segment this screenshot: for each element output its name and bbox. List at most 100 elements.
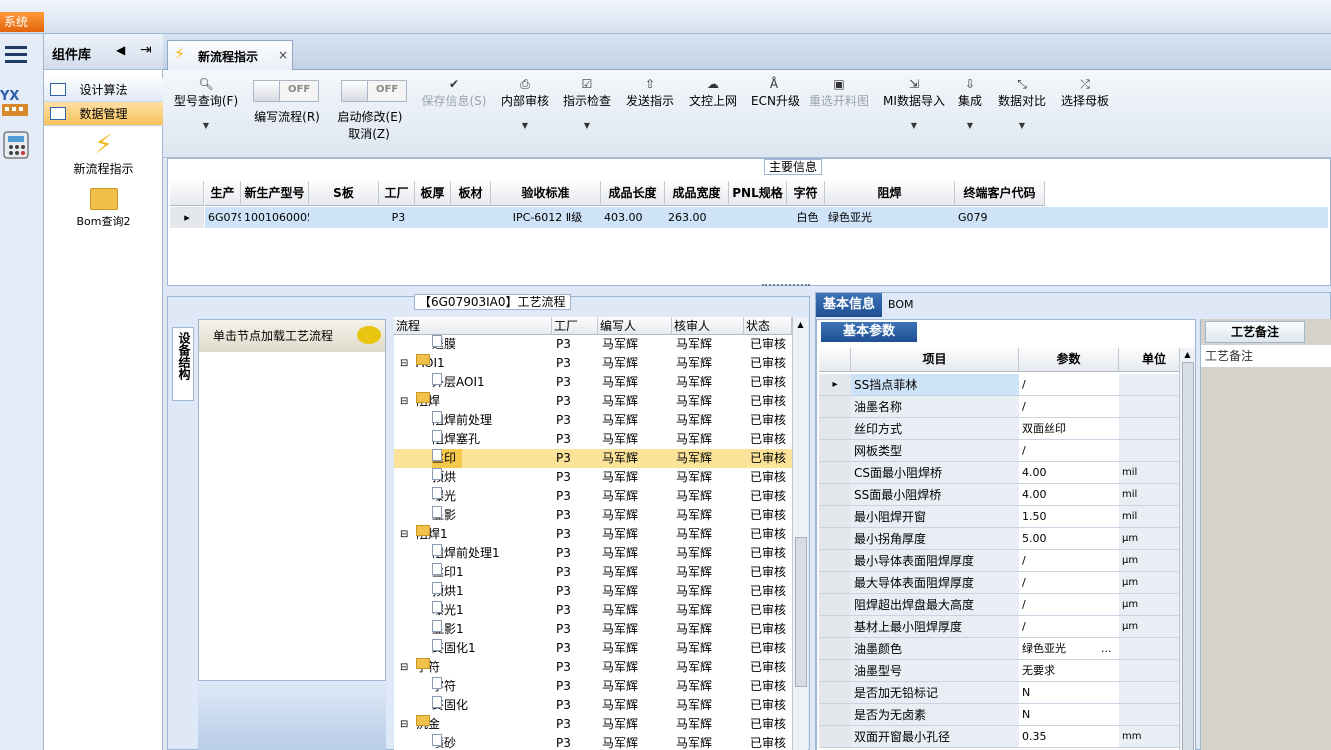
start-modify-button[interactable]: 启动修改(E) bbox=[333, 108, 407, 125]
main-info-cell[interactable]: G079 bbox=[955, 207, 1045, 228]
menu-design-algorithm[interactable]: 设计算法 bbox=[44, 78, 163, 102]
main-info-cell[interactable] bbox=[415, 207, 451, 228]
param-row[interactable]: 最大导体表面阻焊厚度 / μm bbox=[819, 572, 1179, 594]
col-header[interactable]: 板厚 bbox=[415, 181, 451, 206]
tree-row[interactable]: ⊟字符P3马军辉马军辉已审核 bbox=[394, 658, 792, 677]
tree-row[interactable]: 阻焊前处理 P3 马军辉 马军辉 已审核 bbox=[394, 411, 792, 430]
internal-review-button[interactable]: ⎙ 内部审核 ▼ bbox=[497, 76, 553, 130]
node-panel[interactable]: 单击节点加载工艺流程 bbox=[198, 319, 386, 681]
subtab-basic-params[interactable]: 基本参数 bbox=[821, 322, 917, 342]
save-button[interactable]: ✔ 保存信息(S) bbox=[417, 76, 491, 109]
col-header[interactable]: S板 bbox=[309, 181, 379, 206]
col-header[interactable]: 终端客户代码 bbox=[955, 181, 1045, 206]
param-row[interactable]: 基材上最小阻焊厚度 / μm bbox=[819, 616, 1179, 638]
param-row[interactable]: 是否为无卤素 N bbox=[819, 704, 1179, 726]
tab-new-flow[interactable]: ⚡ 新流程指示 × bbox=[167, 40, 293, 71]
write-flow-toggle[interactable]: OFF bbox=[253, 80, 319, 102]
param-row[interactable]: 最小阻焊开窗 1.50 mil bbox=[819, 506, 1179, 528]
param-row[interactable]: ▸ SS挡点菲林 / bbox=[819, 374, 1179, 396]
tree-row[interactable]: ⊟ 阻焊1 P3 马军辉 马军辉 已审核 bbox=[394, 525, 792, 544]
write-flow-button[interactable]: 编写流程(R) bbox=[247, 108, 327, 125]
close-icon[interactable]: × bbox=[278, 48, 288, 62]
side-tab-structure[interactable]: 设备结构 bbox=[172, 327, 194, 401]
param-row[interactable]: 双面开窗最小孔径 0.35 mm bbox=[819, 726, 1179, 748]
tree-row[interactable]: 丝印 P3 马军辉 马军辉 已审核 bbox=[394, 449, 792, 468]
tree-row[interactable]: 终固化 P3 马军辉 马军辉 已审核 bbox=[394, 696, 792, 715]
param-row[interactable]: 最小导体表面阻焊厚度 / μm bbox=[819, 550, 1179, 572]
tree-row[interactable]: 预烘 P3 马军辉 马军辉 已审核 bbox=[394, 468, 792, 487]
col-header[interactable]: 生产型号 bbox=[205, 181, 241, 225]
collapse-icon[interactable]: ⊟ bbox=[400, 525, 408, 544]
tree-row[interactable]: ⊟ AOI1 P3 马军辉 马军辉 已审核 bbox=[394, 354, 792, 373]
pin-icon[interactable]: ⇥ bbox=[140, 42, 152, 58]
main-info-cell[interactable]: 白色 bbox=[787, 207, 825, 228]
splitter-handle[interactable] bbox=[762, 284, 810, 288]
item-new-flow[interactable]: ⚡ 新流程指示 bbox=[44, 130, 163, 178]
main-info-cell[interactable] bbox=[309, 207, 379, 228]
start-modify-toggle[interactable]: OFF bbox=[341, 80, 407, 102]
tree-row[interactable]: 预烘1 P3 马军辉 马军辉 已审核 bbox=[394, 582, 792, 601]
tree-row[interactable]: 曝光 P3 马军辉 马军辉 已审核 bbox=[394, 487, 792, 506]
remarks-field[interactable]: 工艺备注 bbox=[1201, 345, 1331, 367]
col-header[interactable]: 板材 bbox=[451, 181, 491, 206]
param-row[interactable]: 阻焊超出焊盘最大高度 / μm bbox=[819, 594, 1179, 616]
param-row[interactable]: 油墨颜色 绿色亚光 ... bbox=[819, 638, 1179, 660]
col-header[interactable]: 成品长度 bbox=[601, 181, 665, 206]
tree-row[interactable]: 喷砂 P3 马军辉 马军辉 已审核 bbox=[394, 734, 792, 750]
tree-row[interactable]: 终固化1 P3 马军辉 马军辉 已审核 bbox=[394, 639, 792, 658]
param-row[interactable]: 网板类型 / bbox=[819, 440, 1179, 462]
reselect-drawing-button[interactable]: ▣ 重选开料图 bbox=[807, 76, 871, 109]
collapse-icon[interactable]: ⊟ bbox=[400, 658, 408, 677]
scroll-up-icon[interactable]: ▲ bbox=[1180, 348, 1195, 362]
tab-bom[interactable]: BOM bbox=[888, 293, 928, 317]
tree-col-header[interactable]: 编写人 bbox=[598, 317, 672, 335]
ecn-button[interactable]: Å ECN升级 bbox=[751, 76, 800, 109]
main-info-cell[interactable]: P3 bbox=[379, 207, 415, 228]
hamburger-menu-icon[interactable] bbox=[5, 46, 27, 66]
col-header[interactable]: 工厂 bbox=[379, 181, 415, 206]
collapse-icon[interactable]: ⊟ bbox=[400, 354, 408, 373]
main-info-cell[interactable] bbox=[729, 207, 787, 228]
upload-button[interactable]: ☁ 文控上网 bbox=[687, 76, 739, 109]
tree-scrollbar[interactable]: ▲ bbox=[792, 317, 808, 750]
tree-row[interactable]: 显影1 P3 马军辉 马军辉 已审核 bbox=[394, 620, 792, 639]
col-header[interactable]: 成品宽度 bbox=[665, 181, 729, 206]
process-tree[interactable]: 退膜 P3 马军辉 马军辉 已审核 ⊟ AOI1 P3 马军辉 马军辉 已审核 外层AOI1 P3 马军辉… bbox=[394, 335, 792, 750]
tree-row[interactable]: 阻焊塞孔 P3 马军辉 马军辉 已审核 bbox=[394, 430, 792, 449]
param-row[interactable]: 丝印方式 双面丝印 bbox=[819, 418, 1179, 440]
tree-row[interactable]: 阻焊前处理1 P3 马军辉 马军辉 已审核 bbox=[394, 544, 792, 563]
main-info-cell[interactable]: 403.00 bbox=[601, 207, 665, 228]
indicator-check-button[interactable]: ☑ 指示检查 ▼ bbox=[561, 76, 613, 130]
collapse-icon[interactable]: ⊟ bbox=[400, 392, 408, 411]
param-row[interactable]: SS面最小阻焊桥 4.00 mil bbox=[819, 484, 1179, 506]
scroll-thumb[interactable] bbox=[1182, 362, 1194, 750]
tree-col-header[interactable]: 状态 bbox=[744, 317, 792, 335]
tree-row[interactable]: 外层AOI1 P3 马军辉 马军辉 已审核 bbox=[394, 373, 792, 392]
compare-button[interactable]: ⤡ 数据对比 ▼ bbox=[997, 76, 1047, 130]
param-row[interactable]: CS面最小阻焊桥 4.00 mil bbox=[819, 462, 1179, 484]
main-info-cell[interactable]: IPC-6012 Ⅱ级 bbox=[491, 207, 601, 228]
collapse-icon[interactable]: ⊟ bbox=[400, 715, 408, 734]
main-info-cell[interactable]: 绿色亚光 bbox=[825, 207, 955, 228]
select-mother-button[interactable]: ⤮ 选择母板 bbox=[1059, 76, 1111, 109]
send-button[interactable]: ⇧ 发送指示 bbox=[625, 76, 675, 109]
param-row[interactable]: 油墨名称 / bbox=[819, 396, 1179, 418]
scroll-up-icon[interactable]: ▲ bbox=[793, 317, 808, 333]
main-info-cell[interactable] bbox=[451, 207, 491, 228]
col-header[interactable]: 新生产型号 bbox=[241, 181, 309, 206]
tree-col-header[interactable]: 流程 bbox=[394, 317, 552, 335]
tab-basic-info[interactable]: 基本信息 bbox=[816, 293, 882, 317]
tab-remarks[interactable]: 工艺备注 bbox=[1205, 321, 1305, 343]
menu-data-management[interactable]: 数据管理 bbox=[44, 102, 163, 126]
calculator-icon[interactable] bbox=[2, 130, 32, 160]
mi-import-button[interactable]: ⇲ MI数据导入 ▼ bbox=[881, 76, 947, 130]
param-row[interactable]: 最小拐角厚度 5.00 μm bbox=[819, 528, 1179, 550]
param-row[interactable]: 是否加无铅标记 N bbox=[819, 682, 1179, 704]
tree-row[interactable]: 曝光1 P3 马军辉 马军辉 已审核 bbox=[394, 601, 792, 620]
collapse-left-icon[interactable]: ◀ bbox=[116, 43, 125, 57]
tree-row[interactable]: 丝印1 P3 马军辉 马军辉 已审核 bbox=[394, 563, 792, 582]
tree-row[interactable]: 显影 P3 马军辉 马军辉 已审核 bbox=[394, 506, 792, 525]
item-bom-query[interactable]: Bom查询2 bbox=[44, 188, 163, 234]
query-button[interactable]: 🔍︎ 型号查询(F) ▼ bbox=[169, 76, 243, 130]
integrate-button[interactable]: ⇩ 集成 ▼ bbox=[955, 76, 985, 130]
